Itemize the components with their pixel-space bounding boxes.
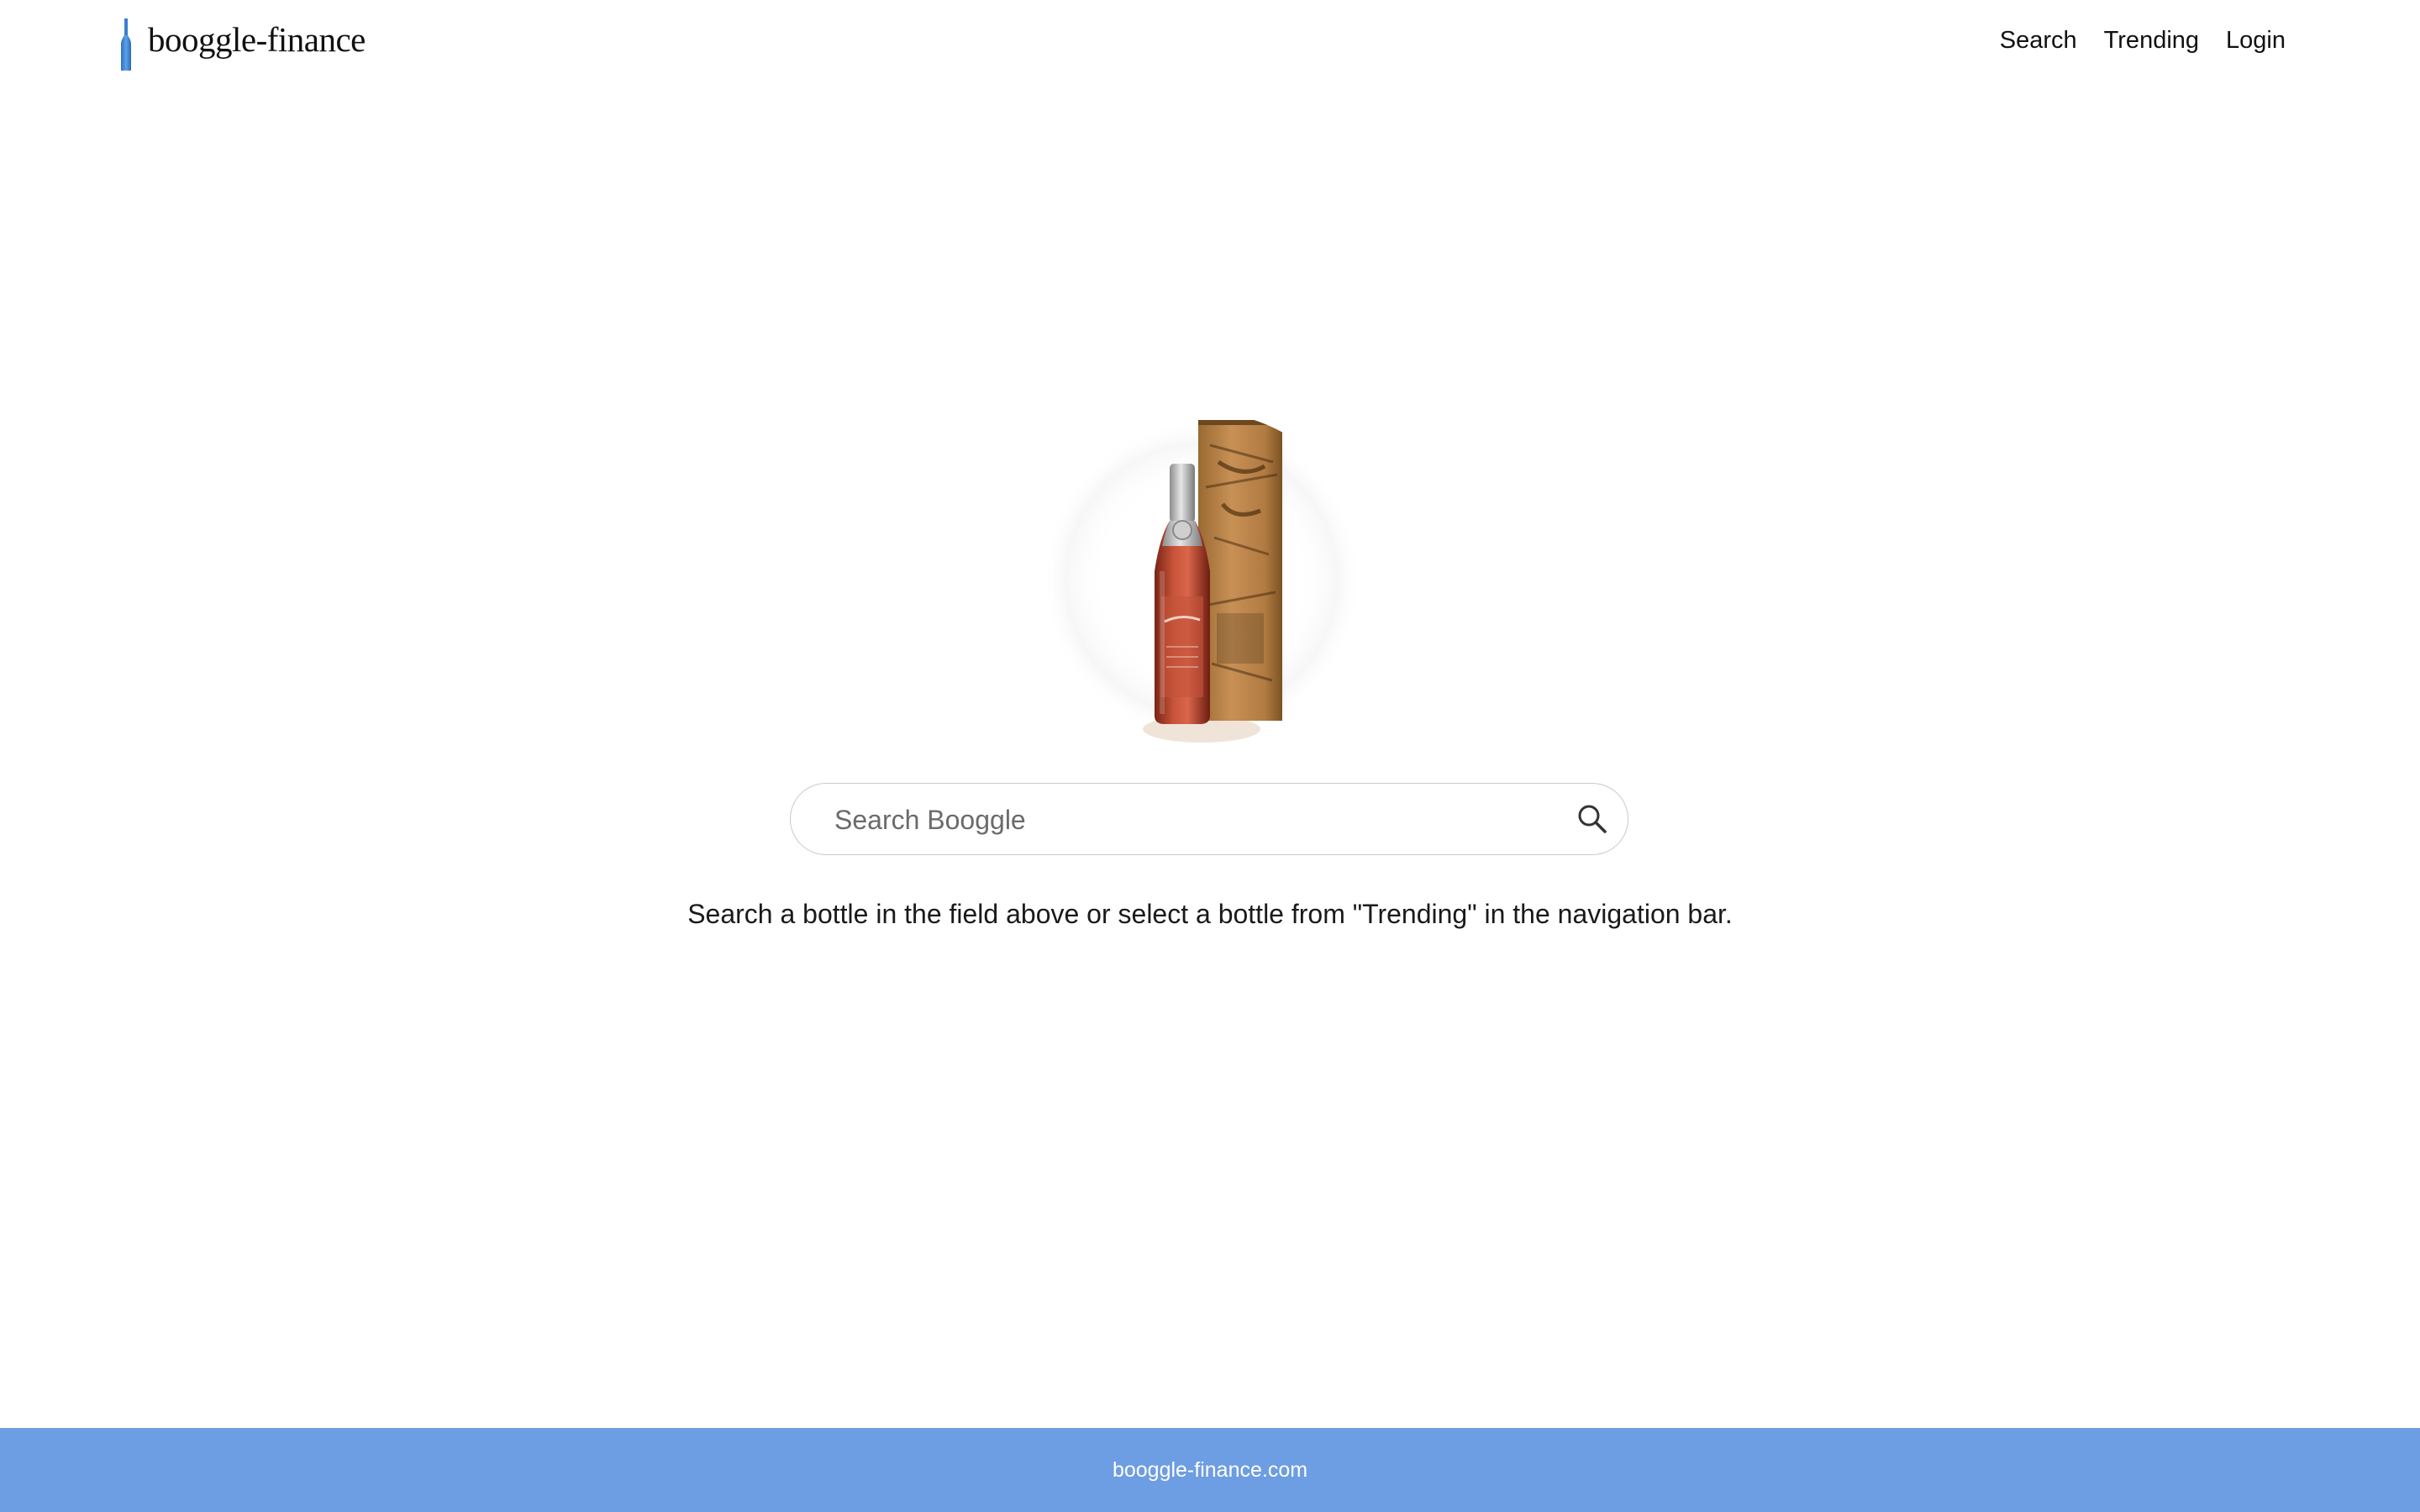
bottle-logo-icon xyxy=(121,18,131,71)
nav-login-link[interactable]: Login xyxy=(2226,27,2286,55)
brand-link[interactable]: booggle-finance xyxy=(118,18,366,71)
search-bar xyxy=(790,783,1628,856)
top-navbar: booggle-finance Search Trending Login xyxy=(0,0,2420,92)
brand-name: booggle-finance xyxy=(148,20,366,59)
footer-domain: booggle-finance.com xyxy=(1112,1457,1308,1482)
nav-search-link[interactable]: Search xyxy=(2000,27,2077,55)
helper-text: Search a bottle in the field above or se… xyxy=(687,899,1733,929)
search-icon xyxy=(1578,805,1607,833)
footer: booggle-finance.com xyxy=(0,1428,2420,1512)
nav-trending-link[interactable]: Trending xyxy=(2104,27,2199,55)
search-input[interactable] xyxy=(833,784,1525,856)
search-button[interactable] xyxy=(1569,795,1616,843)
nav-links: Search Trending Login xyxy=(1973,27,2286,55)
page: booggle-finance Search Trending Login Se… xyxy=(0,0,2420,1512)
hero-bottle-image xyxy=(1042,420,1361,743)
